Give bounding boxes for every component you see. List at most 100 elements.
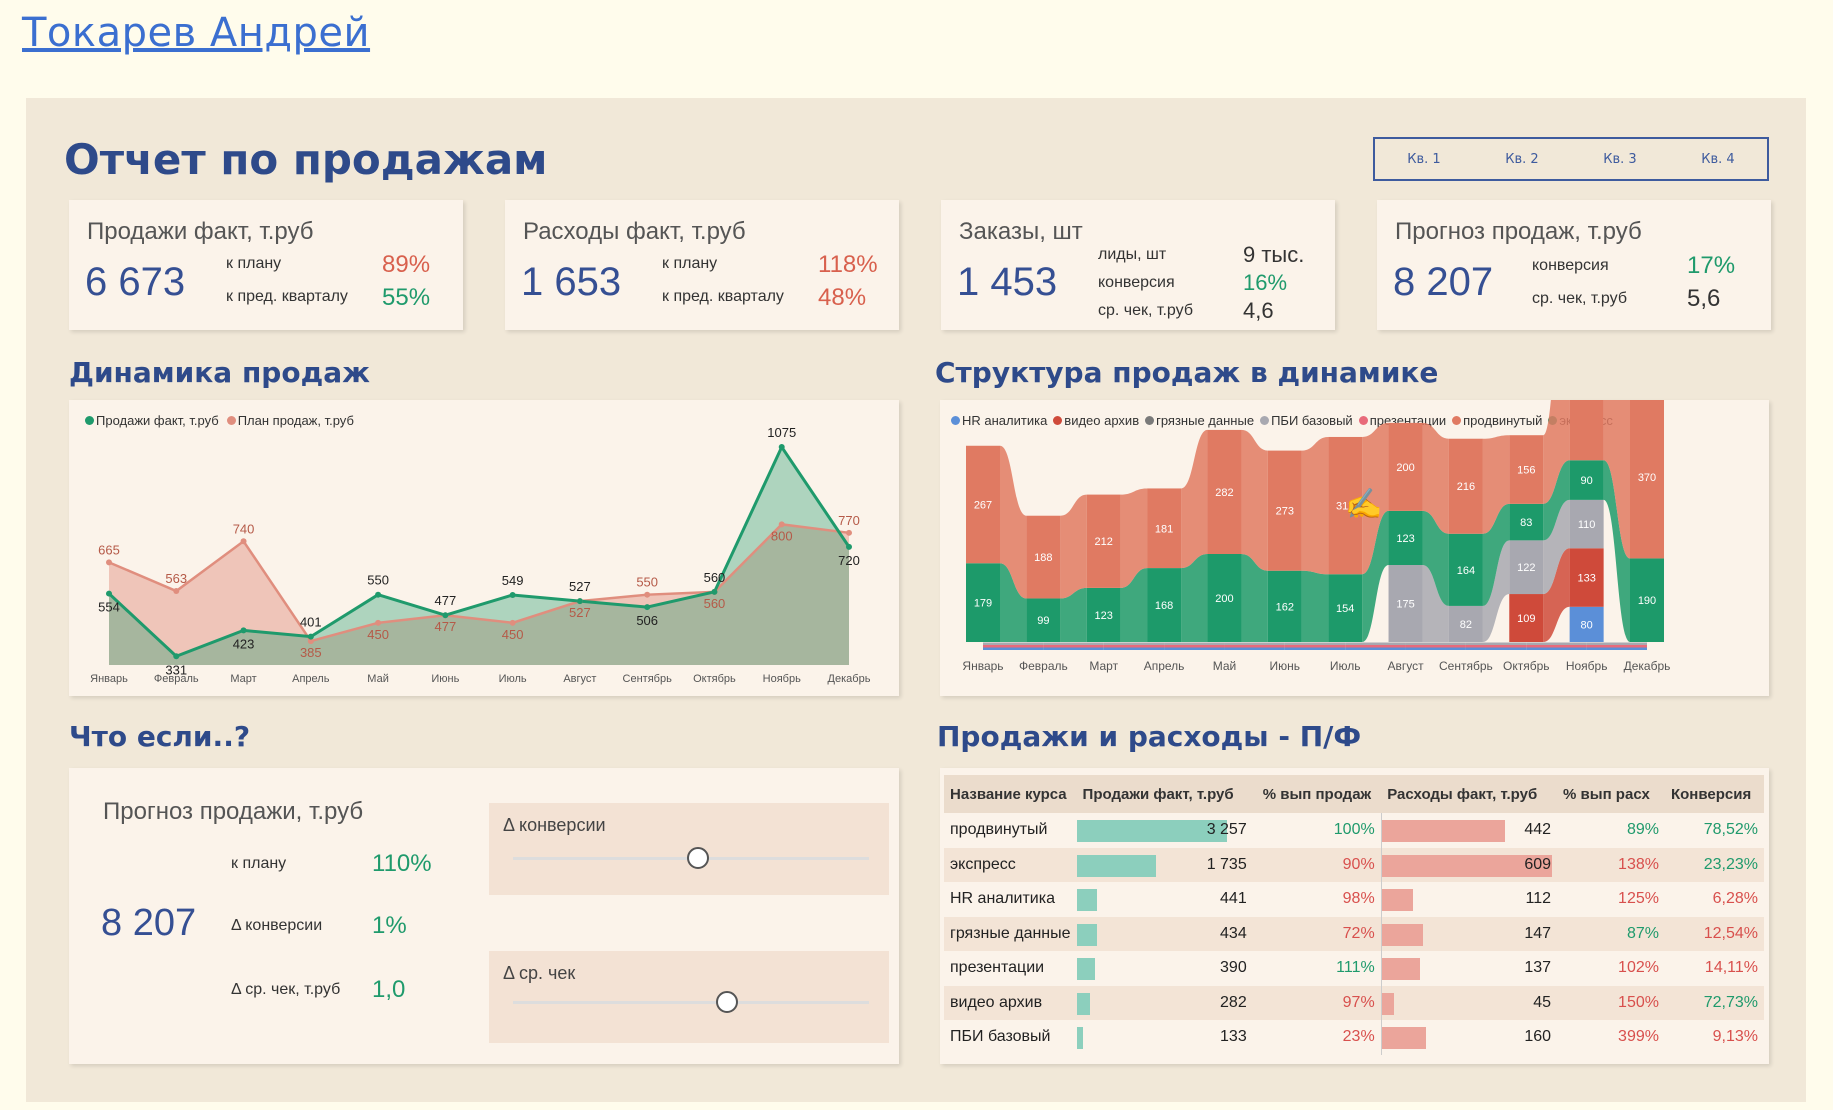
stream-data-label: 90 [1581, 475, 1593, 487]
ribbon [1060, 494, 1087, 599]
quarter-option-3[interactable]: Кв. 3 [1603, 152, 1636, 167]
expenses-cell: 609 [1381, 847, 1558, 882]
col-header-sales-pct[interactable]: % вып продаж [1252, 775, 1382, 813]
section-title-structure: Структура продаж в динамике [935, 356, 1439, 389]
sales-value: 1 735 [1206, 855, 1247, 873]
x-tick-label: Апрель [1144, 659, 1185, 673]
kpi-label: ср. чек, т.руб [1098, 302, 1193, 319]
stream-data-label: 110 [1578, 519, 1596, 531]
stream-segment[interactable] [1569, 400, 1604, 461]
stream-data-label: 200 [1396, 462, 1414, 474]
quarter-slicer[interactable]: Кв. 1 Кв. 2 Кв. 3 Кв. 4 [1373, 137, 1769, 181]
fact-point[interactable] [711, 588, 718, 595]
table-row[interactable]: продвинутый 3 257 100% 442 89% 78,52% [944, 813, 1764, 848]
col-header-sales[interactable]: Продажи факт, т.руб [1076, 775, 1253, 813]
plan-point[interactable] [644, 591, 651, 598]
minor-series-ribbon [1526, 642, 1587, 645]
plan-point[interactable] [173, 588, 180, 595]
x-tick-label: Июль [1330, 659, 1361, 673]
minor-series-ribbon [1345, 647, 1406, 650]
minor-series-ribbon [1465, 642, 1527, 645]
author-link[interactable]: Токарев Андрей [22, 10, 370, 56]
stream-data-label: 80 [1581, 619, 1593, 631]
quarter-option-2[interactable]: Кв. 2 [1505, 152, 1538, 167]
col-header-conversion[interactable]: Конверсия [1664, 775, 1764, 813]
stream-data-label: 216 [1457, 481, 1475, 493]
kpi-card-expenses: Расходы факт, т.руб 1 653 к плану 118% к… [505, 200, 899, 330]
fact-point[interactable] [509, 591, 516, 598]
kpi-label: ср. чек, т.руб [1532, 290, 1627, 307]
expenses-value: 112 [1525, 890, 1552, 908]
x-tick-label: Декабрь [1624, 659, 1671, 673]
fact-data-label: 477 [435, 593, 457, 608]
table-row[interactable]: грязные данные 434 72% 147 87% 12,54% [944, 916, 1764, 951]
whatif-value: 8 207 [101, 902, 197, 944]
conversion-slider-thumb[interactable] [687, 847, 710, 869]
fact-point[interactable] [778, 444, 785, 451]
plan-data-label: 800 [771, 528, 793, 543]
avg-check-slider-thumb[interactable] [715, 991, 738, 1013]
table-row[interactable]: презентации 390 111% 137 102% 14,11% [944, 951, 1764, 986]
plan-data-label: 477 [435, 619, 457, 634]
whatif-label: к плану [231, 855, 287, 872]
stream-data-label: 181 [1155, 523, 1173, 535]
col-header-exp-pct[interactable]: % вып расх [1557, 775, 1665, 813]
stream-data-label: 188 [1034, 552, 1052, 564]
plan-point[interactable] [375, 619, 382, 626]
stream-data-label: 273 [1276, 506, 1294, 518]
stream-data-label: 179 [974, 598, 992, 610]
ribbon [1301, 436, 1329, 575]
kpi-value-small: 9 тыс. [1243, 242, 1305, 267]
slider-label: Δ конверсии [503, 815, 606, 835]
col-header-expenses[interactable]: Расходы факт, т.руб [1381, 775, 1558, 813]
plan-point[interactable] [240, 538, 247, 545]
conversion-cell: 14,11% [1704, 959, 1758, 977]
table-row[interactable]: видео архив 282 97% 45 150% 72,73% [944, 985, 1764, 1020]
whatif-label: Δ ср. чек, т.руб [231, 981, 341, 998]
sales-pct-cell: 90% [1252, 847, 1382, 882]
plan-point[interactable] [846, 529, 852, 536]
fact-point[interactable] [576, 598, 583, 605]
col-header-course[interactable]: Название курса [944, 775, 1077, 813]
fact-point[interactable] [644, 604, 651, 611]
table-row[interactable]: экспресс 1 735 90% 609 138% 23,23% [944, 847, 1764, 882]
whatif-pct: 1,0 [372, 976, 406, 1003]
sales-databar [1076, 958, 1095, 980]
quarter-option-4[interactable]: Кв. 4 [1701, 152, 1734, 167]
plan-point[interactable] [778, 521, 785, 528]
table-row[interactable]: HR аналитика 441 98% 112 125% 6,28% [944, 882, 1764, 917]
sales-cell: 390 [1076, 951, 1253, 986]
fact-point[interactable] [442, 612, 449, 619]
kpi-card-forecast: Прогноз продаж, т.руб 8 207 конверсия 17… [1377, 200, 1771, 330]
whatif-label: Δ конверсии [231, 917, 323, 934]
avg-check-slider-track[interactable] [513, 1001, 869, 1004]
kpi-pct: 118% [818, 251, 878, 278]
fact-data-label: 423 [233, 636, 255, 651]
expenses-cell: 112 [1381, 882, 1557, 917]
fact-data-label: 506 [636, 613, 658, 628]
table-row[interactable]: ПБИ базовый 133 23% 160 399% 9,13% [944, 1020, 1764, 1055]
x-tick-label: Декабрь [828, 673, 871, 685]
minor-series-ribbon [1224, 645, 1285, 648]
conversion-cell: 6,28% [1712, 890, 1758, 908]
x-tick-label: Сентябрь [623, 673, 673, 685]
fact-point[interactable] [846, 543, 852, 550]
x-tick-label: Март [230, 673, 256, 685]
fact-point[interactable] [106, 590, 112, 597]
minor-series-ribbon [1465, 647, 1527, 650]
course-cell: ПБИ базовый [950, 1028, 1051, 1046]
quarter-option-1[interactable]: Кв. 1 [1407, 152, 1440, 167]
fact-point[interactable] [307, 633, 314, 640]
kpi-pct: 89% [382, 251, 431, 278]
sales-databar [1076, 992, 1090, 1015]
plan-point[interactable] [106, 559, 112, 566]
fact-data-label: 720 [838, 553, 860, 568]
plan-point[interactable] [509, 619, 516, 626]
fact-point[interactable] [240, 627, 247, 634]
x-tick-label: Февраль [1019, 659, 1068, 673]
sales-value: 3 257 [1206, 821, 1247, 839]
minor-series-ribbon [1164, 647, 1225, 650]
fact-point[interactable] [173, 653, 180, 660]
table-header-row: Название курса Продажи факт, т.руб % вып… [944, 775, 1764, 813]
fact-point[interactable] [375, 591, 382, 598]
